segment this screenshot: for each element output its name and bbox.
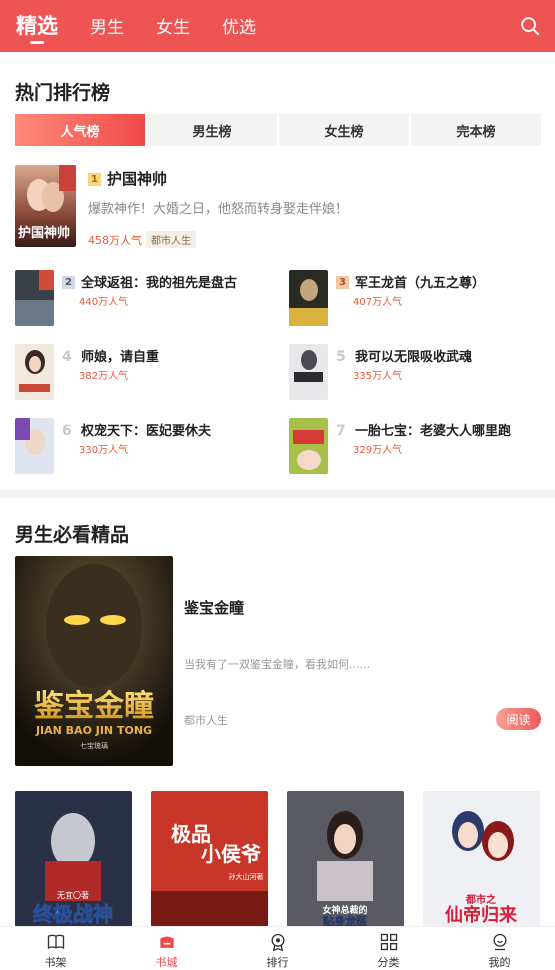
featured-book-title[interactable]: 鉴宝金瞳 xyxy=(184,597,244,618)
svg-text:鉴宝金瞳: 鉴宝金瞳 xyxy=(33,689,154,724)
book-cover[interactable]: 都市之 仙帝归来 xyxy=(423,791,540,927)
tab-female[interactable]: 女生 xyxy=(156,13,190,52)
read-button[interactable]: 阅读 xyxy=(496,708,541,730)
rank-item[interactable]: 7 一胎七宝：老婆大人哪里跑 329万人气 xyxy=(289,418,549,474)
hot-ranking-title: 热门排行榜 xyxy=(15,82,111,104)
popularity-count: 440万人气 xyxy=(79,297,129,308)
book-cover xyxy=(15,270,54,326)
svg-text:仙帝归来: 仙帝归来 xyxy=(445,904,518,926)
book-title: 7 一胎七宝：老婆大人哪里跑 xyxy=(336,423,512,439)
rank-item[interactable]: 4 师娘，请自重 382万人气 xyxy=(15,344,275,400)
top-header: 精选 男生 女生 优选 xyxy=(0,0,555,52)
popularity-count: 329万人气 xyxy=(353,445,403,456)
nav-label: 排行 xyxy=(266,956,289,969)
book-cover[interactable]: 女神总裁的 贴身龙医 xyxy=(287,791,404,927)
bookstore-icon xyxy=(159,936,174,948)
popularity-count: 335万人气 xyxy=(353,371,403,382)
nav-category[interactable]: 分类 xyxy=(333,927,444,970)
profile-icon xyxy=(493,933,506,951)
nav-bookshelf[interactable]: 书架 xyxy=(0,927,111,970)
featured-book-cover[interactable]: 鉴宝金瞳 JIAN BAO JIN TONG 七宝琉璃 xyxy=(15,556,173,766)
book-title: 1 护国神帅 xyxy=(88,168,167,189)
category-tag: 都市人生 xyxy=(146,231,196,248)
popularity-count: 330万人气 xyxy=(79,445,129,456)
popularity-count: 458万人气 xyxy=(88,234,142,247)
book-title: 5 我可以无限吸收武魂 xyxy=(336,349,473,365)
popularity-count: 382万人气 xyxy=(79,371,129,382)
svg-text:七宝琉璃: 七宝琉璃 xyxy=(80,741,108,750)
rank-item[interactable]: 6 权宠天下：医妃要休夫 330万人气 xyxy=(15,418,275,474)
popularity-count: 407万人气 xyxy=(353,297,403,308)
tab-completed-rank[interactable]: 完本榜 xyxy=(411,114,541,146)
rank-item[interactable]: 3 军王龙首（九五之尊） 407万人气 xyxy=(289,270,549,326)
bottom-navigation: 书架 书城 排行 分类 我的 xyxy=(0,926,555,970)
nav-bookstore[interactable]: 书城 xyxy=(111,927,222,970)
male-picks-title: 男生必看精品 xyxy=(15,524,130,546)
ranking-tabs: 人气榜 男生榜 女生榜 完本榜 xyxy=(15,114,541,146)
nav-label: 分类 xyxy=(377,956,400,969)
tab-female-rank[interactable]: 女生榜 xyxy=(279,114,409,146)
book-cover xyxy=(289,418,328,474)
book-title: 6 权宠天下：医妃要休夫 xyxy=(62,423,212,439)
book-cover xyxy=(15,344,54,400)
book-cover xyxy=(289,344,328,400)
book-cover[interactable]: 无宜〇著 终极战神 xyxy=(15,791,132,927)
book-title: 3 军王龙首（九五之尊） xyxy=(336,272,485,291)
featured-book-description: 当我有了一双鉴宝金瞳，看我如何...... xyxy=(184,658,370,671)
tab-preferred[interactable]: 优选 xyxy=(222,13,256,52)
medal-icon xyxy=(271,933,284,952)
grid-icon xyxy=(380,933,397,951)
nav-profile[interactable]: 我的 xyxy=(444,927,555,970)
svg-text:护国神帅: 护国神帅 xyxy=(18,225,70,241)
svg-text:终极战神: 终极战神 xyxy=(33,902,113,926)
book-title: 2 全球返祖：我的祖先是盘古 xyxy=(62,272,237,291)
channel-tabs: 精选 男生 女生 优选 xyxy=(0,0,288,52)
featured-book-category: 都市人生 xyxy=(184,714,228,727)
nav-label: 书架 xyxy=(44,956,67,969)
nav-label: 书城 xyxy=(155,956,178,969)
search-icon[interactable] xyxy=(519,15,541,37)
section-divider xyxy=(0,490,555,498)
book-icon xyxy=(47,934,64,949)
rank-badge: 1 xyxy=(88,173,101,186)
book-cover xyxy=(289,270,328,326)
rank-item[interactable]: 5 我可以无限吸收武魂 335万人气 xyxy=(289,344,549,400)
tab-male-rank[interactable]: 男生榜 xyxy=(147,114,277,146)
book-cover: 护国神帅 xyxy=(15,165,76,247)
svg-text:无宜〇著: 无宜〇著 xyxy=(57,890,89,900)
svg-text:JIAN BAO JIN TONG: JIAN BAO JIN TONG xyxy=(35,724,152,737)
book-cover[interactable]: 极品 小侯爷 孙大山河著 xyxy=(151,791,268,927)
rank-item[interactable]: 2 全球返祖：我的祖先是盘古 440万人气 xyxy=(15,270,275,326)
book-cover xyxy=(15,418,54,474)
tab-popularity[interactable]: 人气榜 xyxy=(15,114,145,146)
book-title: 4 师娘，请自重 xyxy=(62,349,160,365)
svg-text:小侯爷: 小侯爷 xyxy=(201,842,262,866)
top-rank-book[interactable]: 护国神帅 1 护国神帅 爆款神作！大婚之日，他怒而转身娶走伴娘！ 458万人气 都… xyxy=(15,165,541,248)
tab-featured[interactable]: 精选 xyxy=(16,10,58,52)
nav-ranking[interactable]: 排行 xyxy=(222,927,333,970)
book-description: 爆款神作！大婚之日，他怒而转身娶走伴娘！ xyxy=(88,202,349,217)
svg-text:孙大山河著: 孙大山河著 xyxy=(229,872,264,881)
tab-male[interactable]: 男生 xyxy=(90,13,124,52)
nav-label: 我的 xyxy=(488,956,511,969)
